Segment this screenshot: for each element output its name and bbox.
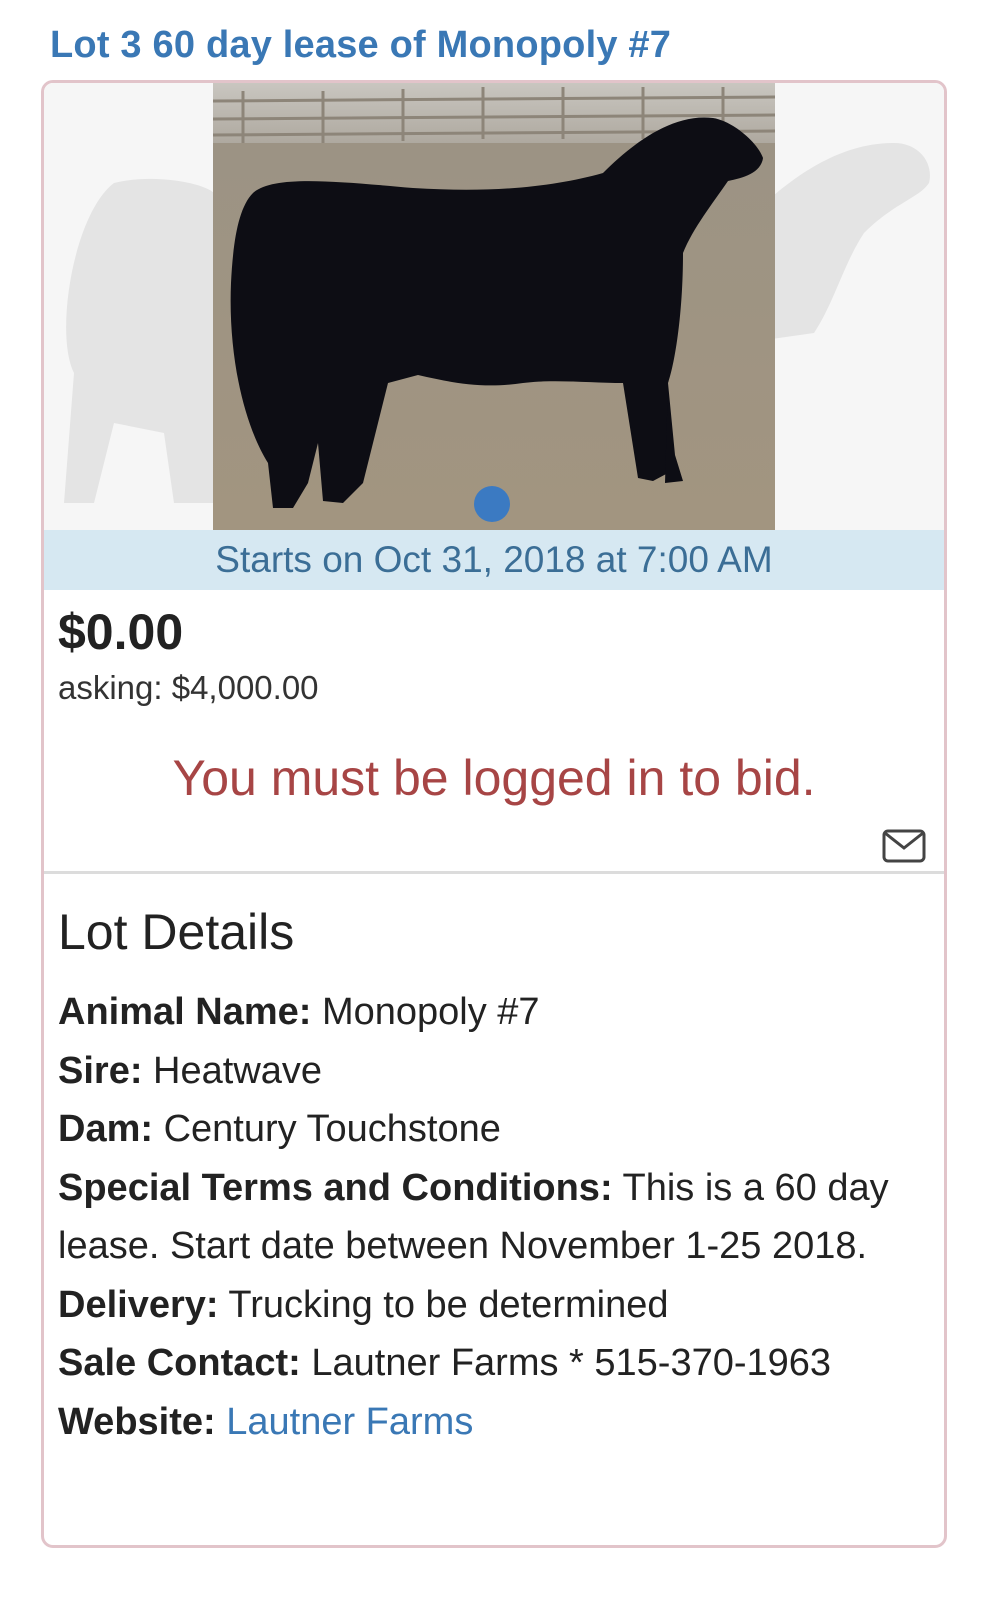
lot-photo-carousel[interactable] xyxy=(44,83,944,530)
login-required-message: You must be logged in to bid. xyxy=(172,750,816,806)
detail-sale-contact: Sale Contact: Lautner Farms * 515-370-19… xyxy=(58,1334,918,1393)
detail-label: Sire: xyxy=(58,1049,143,1092)
detail-animal-name: Animal Name: Monopoly #7 xyxy=(58,983,918,1042)
lot-card: Starts on Oct 31, 2018 at 7:00 AM $0.00 … xyxy=(41,80,947,1548)
detail-label: Special Terms and Conditions: xyxy=(58,1166,613,1209)
section-divider xyxy=(44,871,944,874)
website-link[interactable]: Lautner Farms xyxy=(226,1401,473,1443)
detail-label: Delivery: xyxy=(58,1283,219,1326)
detail-value: Heatwave xyxy=(153,1049,323,1092)
detail-delivery: Delivery: Trucking to be determined xyxy=(58,1276,918,1335)
asking-price: asking: $4,000.00 xyxy=(58,669,319,706)
detail-label: Sale Contact: xyxy=(58,1342,301,1384)
detail-value: Trucking to be determined xyxy=(228,1283,669,1326)
envelope-icon[interactable] xyxy=(882,829,926,863)
detail-value: Monopoly #7 xyxy=(321,991,540,1033)
lot-details-heading: Lot Details xyxy=(58,904,295,960)
detail-special-terms: Special Terms and Conditions: This is a … xyxy=(58,1159,918,1276)
current-bid-price: $0.00 xyxy=(58,604,184,660)
carousel-dot[interactable] xyxy=(474,486,510,522)
lot-title[interactable]: Lot 3 60 day lease of Monopoly #7 xyxy=(50,24,671,67)
lot-details-list: Animal Name: Monopoly #7 Sire: Heatwave … xyxy=(58,983,918,1451)
detail-value: Lautner Farms * 515-370-1963 xyxy=(311,1342,832,1384)
detail-label: Dam: xyxy=(58,1108,154,1150)
detail-website: Website: Lautner Farms xyxy=(58,1393,918,1452)
detail-sire: Sire: Heatwave xyxy=(58,1042,918,1101)
auction-start-banner: Starts on Oct 31, 2018 at 7:00 AM xyxy=(44,530,944,590)
steer-photo[interactable] xyxy=(213,83,775,530)
ghost-cattle-silhouette-left xyxy=(64,178,214,504)
detail-label: Website: xyxy=(58,1400,216,1443)
detail-value: Century Touchstone xyxy=(163,1108,501,1150)
detail-label: Animal Name: xyxy=(58,991,312,1033)
detail-dam: Dam: Century Touchstone xyxy=(58,1100,918,1159)
